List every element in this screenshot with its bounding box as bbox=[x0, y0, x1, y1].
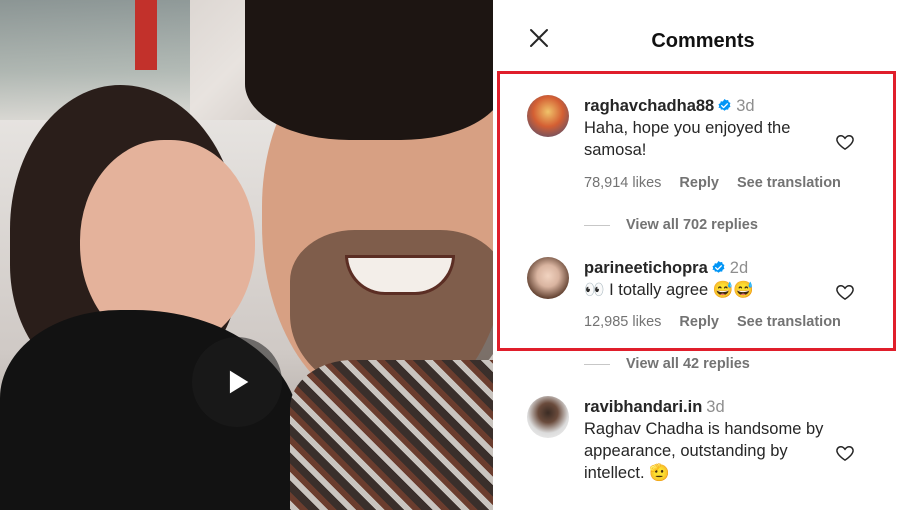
see-translation-button[interactable]: See translation bbox=[737, 175, 841, 191]
avatar[interactable] bbox=[527, 95, 569, 137]
comment-body: raghavchadha88 3d Haha, hope you enjoyed … bbox=[584, 95, 849, 161]
comment-time: 3d bbox=[736, 97, 755, 115]
avatar[interactable] bbox=[527, 257, 569, 299]
comment-text: Raghav Chadha is handsome by appearance,… bbox=[584, 420, 824, 482]
comment-time: 3d bbox=[706, 398, 725, 416]
person-right-shirt bbox=[290, 360, 493, 510]
view-replies-button[interactable]: View all 702 replies bbox=[584, 217, 758, 233]
panel-title: Comments bbox=[651, 30, 755, 52]
comment-username[interactable]: ravibhandari.in bbox=[584, 398, 702, 416]
avatar[interactable] bbox=[527, 396, 569, 438]
video-player[interactable] bbox=[0, 0, 493, 510]
background-sign bbox=[135, 0, 157, 70]
heart-icon[interactable] bbox=[835, 282, 855, 302]
comment-likes[interactable]: 12,985 likes bbox=[584, 314, 661, 330]
replies-divider bbox=[584, 224, 610, 226]
comment-meta: 12,985 likes Reply See translation bbox=[584, 314, 855, 330]
play-icon bbox=[229, 370, 249, 394]
reply-button[interactable]: Reply bbox=[679, 175, 719, 191]
see-translation-button[interactable]: See translation bbox=[737, 314, 841, 330]
comment-likes[interactable]: 78,914 likes bbox=[584, 175, 661, 191]
verified-badge-icon bbox=[712, 260, 725, 273]
heart-icon[interactable] bbox=[835, 132, 855, 152]
play-button[interactable] bbox=[192, 337, 282, 427]
comment-meta: 78,914 likes Reply See translation bbox=[584, 175, 855, 191]
comment-text: Haha, hope you enjoyed the samosa! bbox=[584, 119, 791, 159]
comments-panel: Comments raghavchadha88 3d Haha, hope you… bbox=[493, 0, 900, 510]
replies-divider bbox=[584, 363, 610, 365]
comment-text: 👀 I totally agree 😅😅 bbox=[584, 281, 754, 299]
comment-username[interactable]: raghavchadha88 bbox=[584, 97, 714, 115]
comment-time: 2d bbox=[729, 259, 749, 277]
person-right-hair bbox=[245, 0, 493, 140]
comment-body: parineetichopra 2d 👀 I totally agree 😅😅 bbox=[584, 257, 849, 301]
reply-button[interactable]: Reply bbox=[679, 314, 719, 330]
view-replies-button[interactable]: View all 42 replies bbox=[584, 356, 750, 372]
comment-body: ravibhandari.in 3d Raghav Chadha is hands… bbox=[584, 396, 849, 484]
verified-badge-icon bbox=[718, 98, 731, 111]
comment-username[interactable]: parineetichopra bbox=[584, 259, 708, 277]
heart-icon[interactable] bbox=[835, 443, 855, 463]
